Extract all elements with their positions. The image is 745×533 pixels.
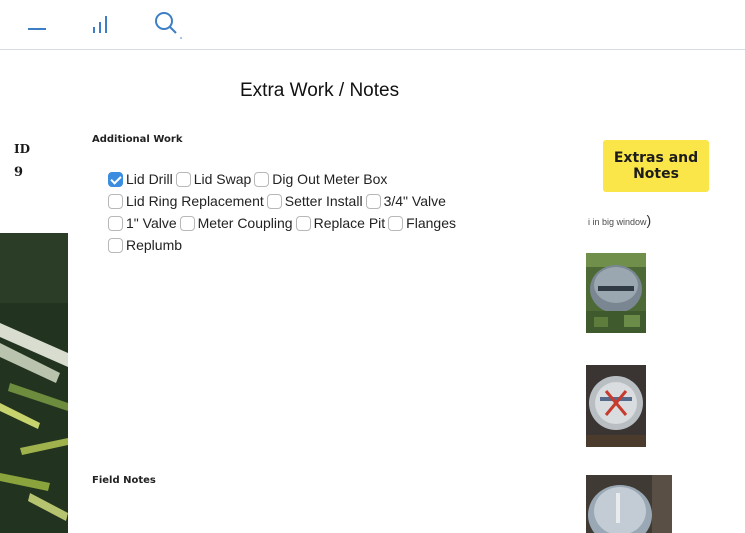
left-photo-strip[interactable] [0, 233, 68, 533]
checkbox[interactable] [266, 193, 282, 209]
work-option[interactable]: Replace Pit [295, 215, 386, 231]
checkbox-label: Setter Install [284, 193, 363, 209]
work-option[interactable]: 1" Valve [108, 215, 177, 231]
meter-photo-thumbnail[interactable] [586, 365, 646, 447]
extras-and-notes-button[interactable]: Extras and Notes [603, 140, 709, 192]
checkbox-label: Replace Pit [313, 215, 386, 231]
additional-work-label: Additional Work [92, 134, 183, 145]
id-value: 9 [14, 165, 24, 180]
extras-button-line2: Notes [633, 166, 679, 182]
checkbox[interactable] [175, 171, 191, 187]
checkbox[interactable] [108, 193, 123, 209]
checkbox-label: 1" Valve [126, 215, 177, 231]
checkbox-label: 3/4" Valve [383, 193, 446, 209]
checkbox-row: 1" Valve Meter Coupling Replace Pit Flanges [108, 212, 528, 234]
checkbox-label: Flanges [406, 215, 456, 231]
checkbox[interactable] [365, 193, 381, 209]
field-notes-label: Field Notes [92, 475, 156, 486]
checkbox[interactable] [108, 237, 123, 253]
checkbox[interactable] [254, 171, 270, 187]
checkbox-label: Lid Ring Replacement [126, 193, 264, 209]
checkbox[interactable] [108, 215, 123, 231]
checkbox-label: Meter Coupling [197, 215, 293, 231]
checkbox[interactable] [295, 215, 311, 231]
work-option[interactable]: 3/4" Valve [365, 193, 446, 209]
signal-bars-icon[interactable] [92, 14, 110, 34]
extras-button-line1: Extras and [613, 150, 699, 166]
work-option[interactable]: Replumb [108, 237, 182, 253]
work-option[interactable]: Dig Out Meter Box [254, 171, 387, 187]
search-icon[interactable] [152, 9, 182, 39]
checkbox[interactable] [108, 171, 123, 187]
page-title: Extra Work / Notes [240, 80, 400, 101]
checkbox-label: Lid Swap [193, 171, 252, 187]
checkbox-row: Lid Ring Replacement Setter Install 3/4" V… [108, 190, 528, 212]
photo-hint[interactable]: i in big window) [588, 212, 651, 228]
toolbar [0, 0, 745, 50]
checkbox-row: Lid Drill Lid Swap Dig Out Meter Box [108, 168, 528, 190]
checkbox-label: Lid Drill [126, 171, 173, 187]
work-option[interactable]: Lid Swap [175, 171, 252, 187]
work-option[interactable]: Setter Install [266, 193, 363, 209]
id-column-header: ID [14, 142, 31, 156]
work-option[interactable]: Lid Ring Replacement [108, 193, 264, 209]
checkbox-label: Replumb [126, 237, 183, 253]
meter-photo-thumbnail[interactable] [586, 475, 672, 533]
photo-hint-text: i in big window [588, 217, 647, 227]
checkbox[interactable] [179, 215, 195, 231]
checkbox[interactable] [388, 215, 404, 231]
checkbox-row: Replumb [108, 234, 528, 256]
photo-hint-paren: ) [646, 212, 652, 228]
meter-photo-thumbnail[interactable] [586, 253, 646, 333]
work-option[interactable]: Flanges [388, 215, 456, 231]
minus-icon[interactable] [28, 28, 46, 30]
checkbox-label: Dig Out Meter Box [272, 171, 388, 187]
work-option[interactable]: Meter Coupling [179, 215, 293, 231]
work-option[interactable]: Lid Drill [108, 171, 173, 187]
additional-work-checkboxes: Lid Drill Lid Swap Dig Out Meter Box Lid Ri… [108, 168, 528, 256]
